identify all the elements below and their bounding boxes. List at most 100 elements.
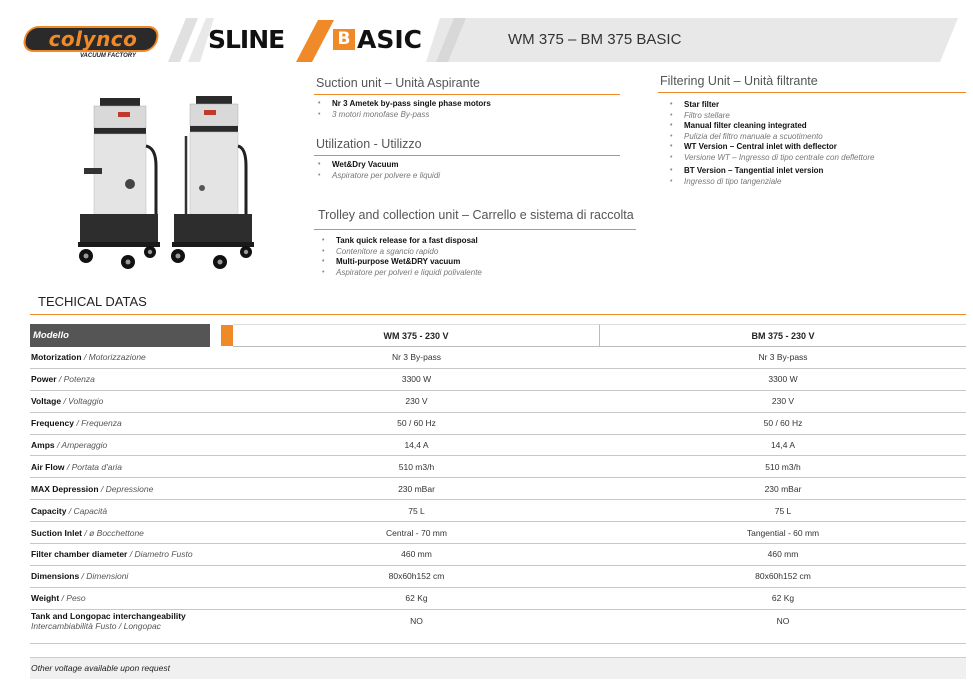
value-bm375: 62 Kg: [771, 593, 795, 604]
table-row: Air Flow / Portata d'aria 510 m3/h 510 m…: [30, 456, 966, 479]
filtering-list: Star filter Filtro stellare Manual filte…: [666, 100, 966, 187]
suction-section-title: Suction unit – Unità Aspirante: [316, 76, 480, 90]
row-label: Power / Potenza: [31, 369, 95, 390]
label-en: Tank and Longopac interchangeability: [31, 610, 186, 621]
tech-section-title: TECHICAL DATAS: [38, 294, 147, 309]
label-en: Air Flow: [31, 461, 65, 472]
value-bm375: Tangential - 60 mm: [746, 527, 820, 538]
label-it: Frequenza: [81, 418, 122, 429]
value-wm375: 14,4 A: [404, 440, 429, 450]
label-en: Dimensions: [31, 571, 80, 582]
list-item: Tank quick release for a fast disposal: [318, 236, 636, 247]
trolley-section-title: Trolley and collection unit – Carrello e…: [318, 208, 634, 222]
value-wm375: 510 m3/h: [398, 461, 435, 472]
value-wm375: 460 mm: [401, 549, 432, 560]
label-en: Voltage: [31, 396, 62, 407]
value-bm375: 14,4 A: [770, 440, 796, 450]
suction-section-rule: [314, 94, 620, 95]
suction-list: Nr 3 Ametek by-pass single phase motors …: [314, 99, 624, 120]
table-row: Tank and Longopac interchangeability Int…: [30, 610, 966, 644]
value-bm375: 80x60h152 cm: [755, 571, 811, 582]
list-item: Manual filter cleaning integrated: [666, 121, 966, 132]
label-sep: /: [56, 374, 64, 385]
label-en: Power: [31, 374, 57, 385]
label-it: Capacità: [73, 505, 108, 516]
page-header: colynco VACUUM FACTORY SLINE B ASIC WM 3…: [0, 0, 973, 68]
row-label: Tank and Longopac interchangeability Int…: [31, 610, 186, 643]
label-en: Frequency: [31, 418, 74, 429]
list-item: Filtro stellare: [666, 111, 966, 122]
label-sep: /: [98, 483, 106, 494]
row-label: Weight / Peso: [31, 588, 86, 609]
label-it: Voltaggio: [68, 396, 104, 407]
label-it: Diametro Fusto: [134, 549, 193, 560]
value-bm375: 230 V: [771, 396, 795, 407]
value-bm375: Nr 3 By-pass: [758, 352, 808, 363]
tech-table-body: Motorization / Motorizzazione Nr 3 By-pa…: [30, 347, 966, 644]
list-item: Contenitore a sgancio rapido: [318, 247, 636, 258]
logo-subtitle: VACUUM FACTORY: [80, 53, 137, 59]
vacuum-bm375-illustration: [171, 96, 254, 269]
list-item: Aspiratore per polvere e liquidi: [314, 171, 624, 182]
trolley-section-rule: [314, 229, 636, 230]
row-label: Suction Inlet / ø Bocchettone: [31, 522, 144, 543]
table-row: Power / Potenza 3300 W 3300 W: [30, 369, 966, 391]
label-en: Weight: [31, 593, 60, 604]
value-bm375: 75 L: [774, 505, 792, 516]
brand-logo: colynco VACUUM FACTORY: [21, 26, 161, 62]
value-wm375: 50 / 60 Hz: [397, 418, 436, 429]
list-item: Versione WT – Ingresso di tipo centrale …: [666, 153, 966, 164]
row-label: Air Flow / Portata d'aria: [31, 456, 122, 477]
label-en: Motorization: [31, 352, 82, 363]
trolley-list: Tank quick release for a fast disposal C…: [318, 236, 636, 278]
row-label: Frequency / Frequenza: [31, 413, 122, 434]
utilization-list: Wet&Dry Vacuum Aspiratore per polvere e …: [314, 160, 624, 181]
table-row: MAX Depression / Depressione 230 mBar 23…: [30, 478, 966, 501]
footer-note: Other voltage available upon request: [31, 663, 170, 673]
label-it: Potenza: [63, 374, 95, 385]
row-label: MAX Depression / Depressione: [31, 478, 153, 499]
label-it: Depressione: [105, 483, 154, 494]
value-wm375: 230 mBar: [398, 483, 435, 494]
label-en: Filter chamber diameter: [31, 549, 128, 560]
row-label: Amps / Amperaggio: [31, 435, 107, 456]
value-bm375: 230 mBar: [764, 483, 802, 494]
label-sep: /: [66, 505, 74, 516]
row-label: Dimensions / Dimensioni: [31, 566, 128, 587]
logo-text: colynco: [48, 27, 138, 51]
label-sep: /: [81, 352, 89, 363]
value-bm375: 460 mm: [767, 549, 799, 560]
row-label: Voltage / Voltaggio: [31, 391, 103, 412]
label-it: Portata d'aria: [71, 461, 122, 472]
header-accent-block: [221, 325, 233, 346]
column-header-wm375: WM 375 - 230 V: [233, 324, 600, 347]
label-sep: /: [64, 461, 72, 472]
list-item: Pulizia del filtro manuale a scuotimento: [666, 132, 966, 143]
label-it: Amperaggio: [61, 440, 108, 450]
label-it: Dimensioni: [86, 571, 129, 582]
table-row: Motorization / Motorizzazione Nr 3 By-pa…: [30, 347, 966, 369]
label-en: Suction Inlet: [31, 527, 82, 538]
utilization-section-title: Utilization - Utilizzo: [316, 137, 422, 151]
label-it: Motorizzazione: [88, 352, 146, 363]
label-it: Intercambiabilità Fusto / Longopac: [31, 620, 161, 631]
table-row: Voltage / Voltaggio 230 V 230 V: [30, 391, 966, 413]
list-item: BT Version – Tangential inlet version: [666, 166, 966, 177]
value-bm375: 3300 W: [768, 374, 798, 385]
label-en: Capacity: [31, 505, 67, 516]
value-wm375: 230 V: [405, 396, 428, 407]
label-it: ø Bocchettone: [89, 527, 144, 538]
row-label: Capacity / Capacità: [31, 500, 107, 521]
list-item: Ingresso di tipo tangenziale: [666, 177, 966, 188]
vacuum-wm375-illustration: [78, 98, 160, 269]
page-title: WM 375 – BM 375 BASIC: [508, 31, 682, 48]
product-image: [78, 96, 254, 269]
list-item: Aspiratore per polveri e liquidi polival…: [318, 268, 636, 279]
table-row: Filter chamber diameter / Diametro Fusto…: [30, 544, 966, 566]
table-row: Suction Inlet / ø Bocchettone Central - …: [30, 522, 966, 545]
series-b-badge: B: [333, 29, 355, 50]
value-bm375: 510 m3/h: [765, 461, 801, 472]
label-en: MAX Depression: [31, 483, 99, 494]
value-wm375: 62 Kg: [405, 593, 428, 604]
value-wm375: NO: [410, 615, 423, 626]
